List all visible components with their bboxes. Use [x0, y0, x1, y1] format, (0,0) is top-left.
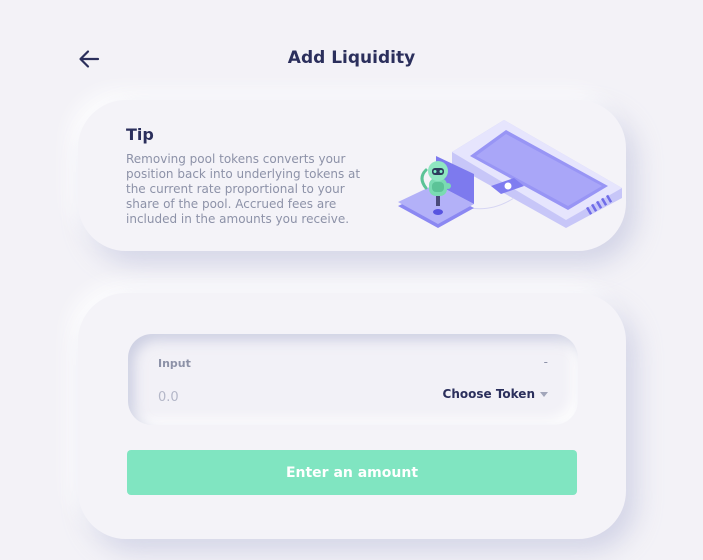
add-liquidity-card: Input - Choose Token Enter an amount	[78, 293, 626, 539]
page-title: Add Liquidity	[287, 48, 416, 68]
tip-card: Tip Removing pool tokens converts your p…	[78, 100, 626, 251]
enter-amount-button[interactable]: Enter an amount	[127, 450, 577, 495]
laptop-robot-illustration	[398, 120, 622, 228]
chevron-down-icon	[540, 391, 548, 397]
choose-token-label: Choose Token	[442, 387, 535, 401]
choose-token-button[interactable]: Choose Token	[443, 387, 548, 401]
input-label: Input	[158, 357, 191, 370]
tip-title: Tip	[126, 125, 154, 144]
amount-input[interactable]	[158, 386, 308, 408]
balance-value: -	[543, 355, 548, 369]
tip-text: Removing pool tokens converts your posit…	[126, 152, 361, 226]
input-panel: Input - Choose Token	[128, 334, 578, 425]
